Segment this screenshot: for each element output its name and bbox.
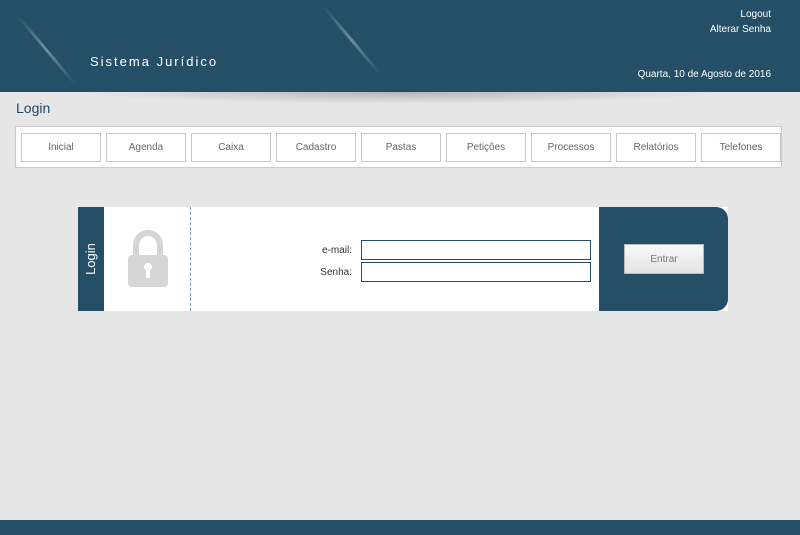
email-label: e-mail: [321, 245, 352, 256]
nav-item-relatorios[interactable]: Relatórios [616, 133, 696, 162]
enter-button[interactable]: Entrar [624, 244, 704, 274]
nav-item-agenda[interactable]: Agenda [106, 133, 186, 162]
nav-item-telefones[interactable]: Telefones [701, 133, 781, 162]
login-divider [190, 207, 191, 311]
email-field[interactable] [361, 240, 591, 260]
nav-item-cadastro[interactable]: Cadastro [276, 133, 356, 162]
login-action-panel: Entrar [599, 207, 728, 311]
change-password-link[interactable]: Alterar Senha [710, 24, 771, 35]
nav-item-caixa[interactable]: Caixa [191, 133, 271, 162]
nav-item-pastas[interactable]: Pastas [361, 133, 441, 162]
login-panel: Login e-mail: Senha: Entrar [78, 207, 728, 311]
lock-icon [128, 230, 168, 287]
header-decoration [321, 4, 382, 76]
main-nav: Inicial Agenda Caixa Cadastro Pastas Pet… [15, 126, 782, 168]
login-tab-label: Login [83, 243, 98, 275]
password-label: Senha: [320, 267, 352, 278]
header-shadow [80, 92, 720, 104]
page-title: Login [16, 100, 51, 116]
app-header: Sistema Jurídico Logout Alterar Senha Qu… [0, 0, 800, 92]
nav-item-inicial[interactable]: Inicial [21, 133, 101, 162]
logout-link[interactable]: Logout [740, 9, 771, 20]
login-side-tab: Login [78, 207, 104, 311]
current-date: Quarta, 10 de Agosto de 2016 [637, 69, 771, 80]
app-title: Sistema Jurídico [90, 54, 219, 69]
nav-item-processos[interactable]: Processos [531, 133, 611, 162]
header-decoration [16, 14, 77, 86]
app-footer [0, 520, 800, 535]
nav-item-peticoes[interactable]: Petições [446, 133, 526, 162]
password-field[interactable] [361, 262, 591, 282]
